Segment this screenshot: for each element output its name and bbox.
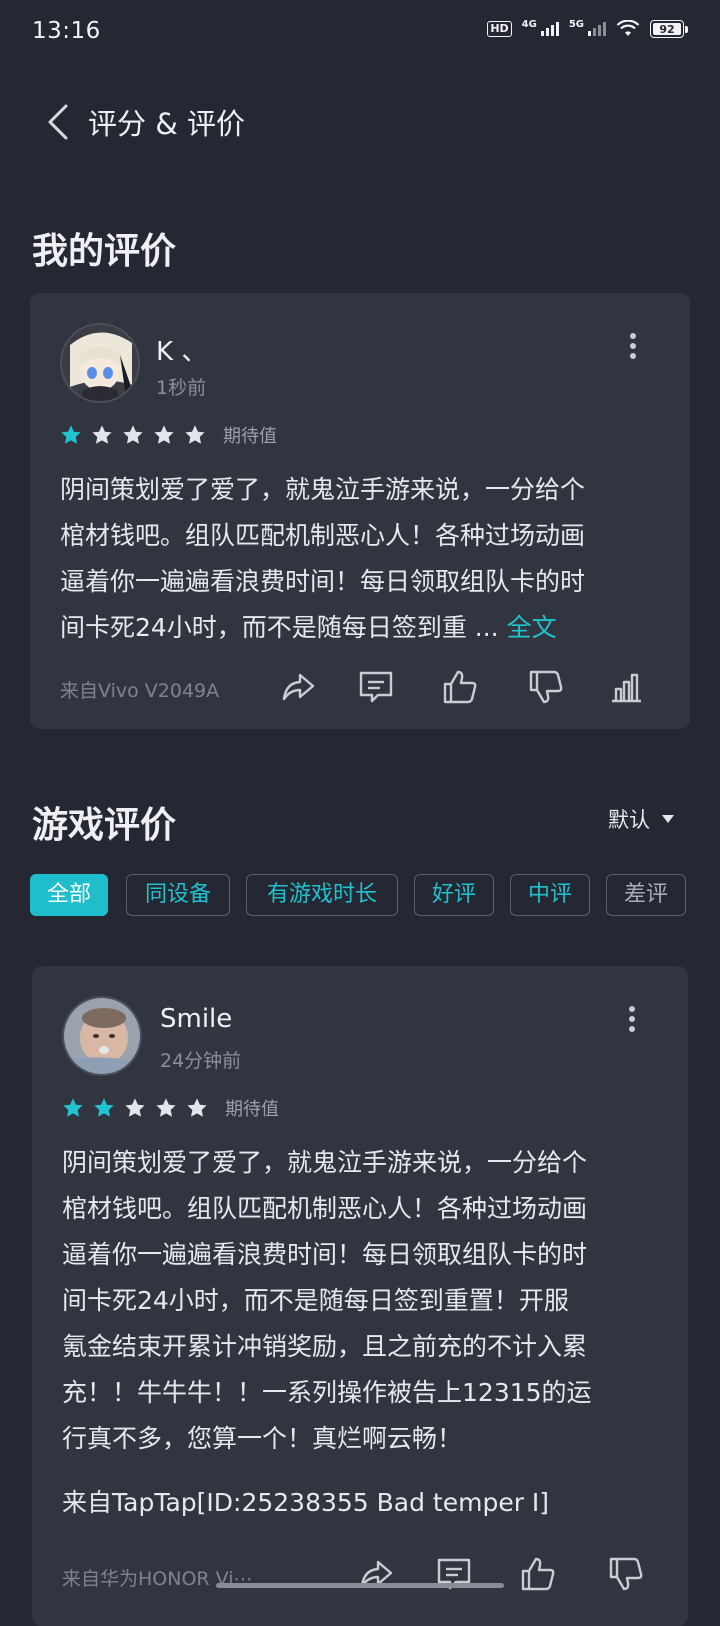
review-line: 充！！牛牛牛！！一系列操作被告上12315的运 <box>62 1378 592 1407</box>
share-icon[interactable] <box>280 669 316 705</box>
like-icon[interactable] <box>520 1556 556 1592</box>
review-line: 氪金结束开累计冲销奖励，且之前充的不计入累 <box>62 1332 588 1361</box>
avatar[interactable] <box>60 323 140 403</box>
network-4g-label: 4G <box>521 18 537 30</box>
filter-chip-same-device[interactable]: 同设备 <box>126 874 230 916</box>
star-icon <box>92 425 112 444</box>
game-reviews-heading: 游戏评价 <box>32 805 177 846</box>
page-title: 评分 & 评价 <box>88 107 246 141</box>
star-rating: 期待值 <box>62 1095 279 1121</box>
star-icon <box>185 425 205 444</box>
dislike-icon[interactable] <box>528 669 564 705</box>
battery-level: 92 <box>659 22 675 36</box>
review-card: Smile 24分钟前 期待值 阴间策划爱了爱了，就鬼泣手游来说，一分给个 棺材… <box>32 966 688 1626</box>
home-indicator[interactable] <box>216 1583 504 1588</box>
star-icon <box>61 425 81 444</box>
review-body[interactable]: 阴间策划爱了爱了，就鬼泣手游来说，一分给个 棺材钱吧。组队匹配机制恶心人！各种过… <box>62 1140 672 1526</box>
more-options-icon[interactable] <box>623 331 643 361</box>
review-line-text: 间卡死24小时，而不是随每日签到重 ... <box>60 613 499 642</box>
star-icon <box>187 1098 207 1117</box>
review-line: 逼着你一遍遍看浪费时间！每日领取组队卡的时 <box>60 567 586 596</box>
star-icon <box>94 1098 114 1117</box>
username[interactable]: Smile <box>160 1004 232 1034</box>
star-icon <box>125 1098 145 1117</box>
stats-icon[interactable] <box>608 669 644 705</box>
filter-chip-negative[interactable]: 差评 <box>606 874 686 916</box>
filter-chip-positive[interactable]: 好评 <box>414 874 494 916</box>
review-line: 棺材钱吧。组队匹配机制恶心人！各种过场动画 <box>62 1194 588 1223</box>
like-icon[interactable] <box>442 669 478 705</box>
rating-label: 期待值 <box>223 426 277 447</box>
dropdown-arrow-icon <box>662 815 674 823</box>
review-line: 逼着你一遍遍看浪费时间！每日领取组队卡的时 <box>62 1240 588 1269</box>
star-rating: 期待值 <box>60 422 277 448</box>
full-text-link[interactable]: 全文 <box>507 613 557 642</box>
review-line: 间卡死24小时，而不是随每日签到重 ... 全文 <box>60 605 670 651</box>
status-time: 13:16 <box>32 18 101 44</box>
review-time: 24分钟前 <box>160 1050 242 1072</box>
review-line: 阴间策划爱了爱了，就鬼泣手游来说，一分给个 <box>62 1148 588 1177</box>
sort-label: 默认 <box>608 808 650 832</box>
star-icon <box>63 1098 83 1117</box>
review-line: 阴间策划爱了爱了，就鬼泣手游来说，一分给个 <box>60 475 586 504</box>
comment-icon[interactable] <box>358 669 394 705</box>
review-line: 间卡死24小时，而不是随每日签到重置！开服 <box>62 1286 569 1315</box>
status-icons: HD 4G 5G 92 <box>487 18 688 38</box>
filter-chip-all[interactable]: 全部 <box>30 874 108 916</box>
network-5g-label: 5G <box>568 18 584 30</box>
wifi-icon <box>616 20 640 36</box>
review-time: 1秒前 <box>156 377 207 399</box>
signal-icon-2 <box>588 22 606 36</box>
signal-icon <box>540 22 559 36</box>
filter-chip-neutral[interactable]: 中评 <box>510 874 590 916</box>
device-label: 来自Vivo V2049A <box>60 680 220 702</box>
avatar[interactable] <box>62 996 142 1076</box>
battery-icon: 92 <box>650 20 688 38</box>
review-body[interactable]: 阴间策划爱了爱了，就鬼泣手游来说，一分给个 棺材钱吧。组队匹配机制恶心人！各种过… <box>60 467 670 651</box>
sort-dropdown[interactable]: 默认 <box>608 804 674 834</box>
review-source-line: 来自TapTap[ID:25238355 Bad temper I] <box>62 1488 550 1517</box>
username[interactable]: K 、 <box>156 331 207 368</box>
back-arrow-icon[interactable] <box>44 103 72 141</box>
my-review-card: K 、 1秒前 期待值 阴间策划爱了爱了，就鬼泣手游来说，一分给个 棺材钱吧。组… <box>30 293 690 729</box>
star-icon <box>156 1098 176 1117</box>
hd-icon: HD <box>487 21 512 37</box>
review-line: 行真不多，您算一个！真烂啊云畅！ <box>62 1424 463 1453</box>
my-review-heading: 我的评价 <box>32 231 177 272</box>
more-options-icon[interactable] <box>622 1004 642 1034</box>
dislike-icon[interactable] <box>608 1556 644 1592</box>
filter-chip-playtime[interactable]: 有游戏时长 <box>246 874 398 916</box>
review-line: 棺材钱吧。组队匹配机制恶心人！各种过场动画 <box>60 521 586 550</box>
rating-label: 期待值 <box>225 1099 279 1120</box>
star-icon <box>123 425 143 444</box>
star-icon <box>154 425 174 444</box>
